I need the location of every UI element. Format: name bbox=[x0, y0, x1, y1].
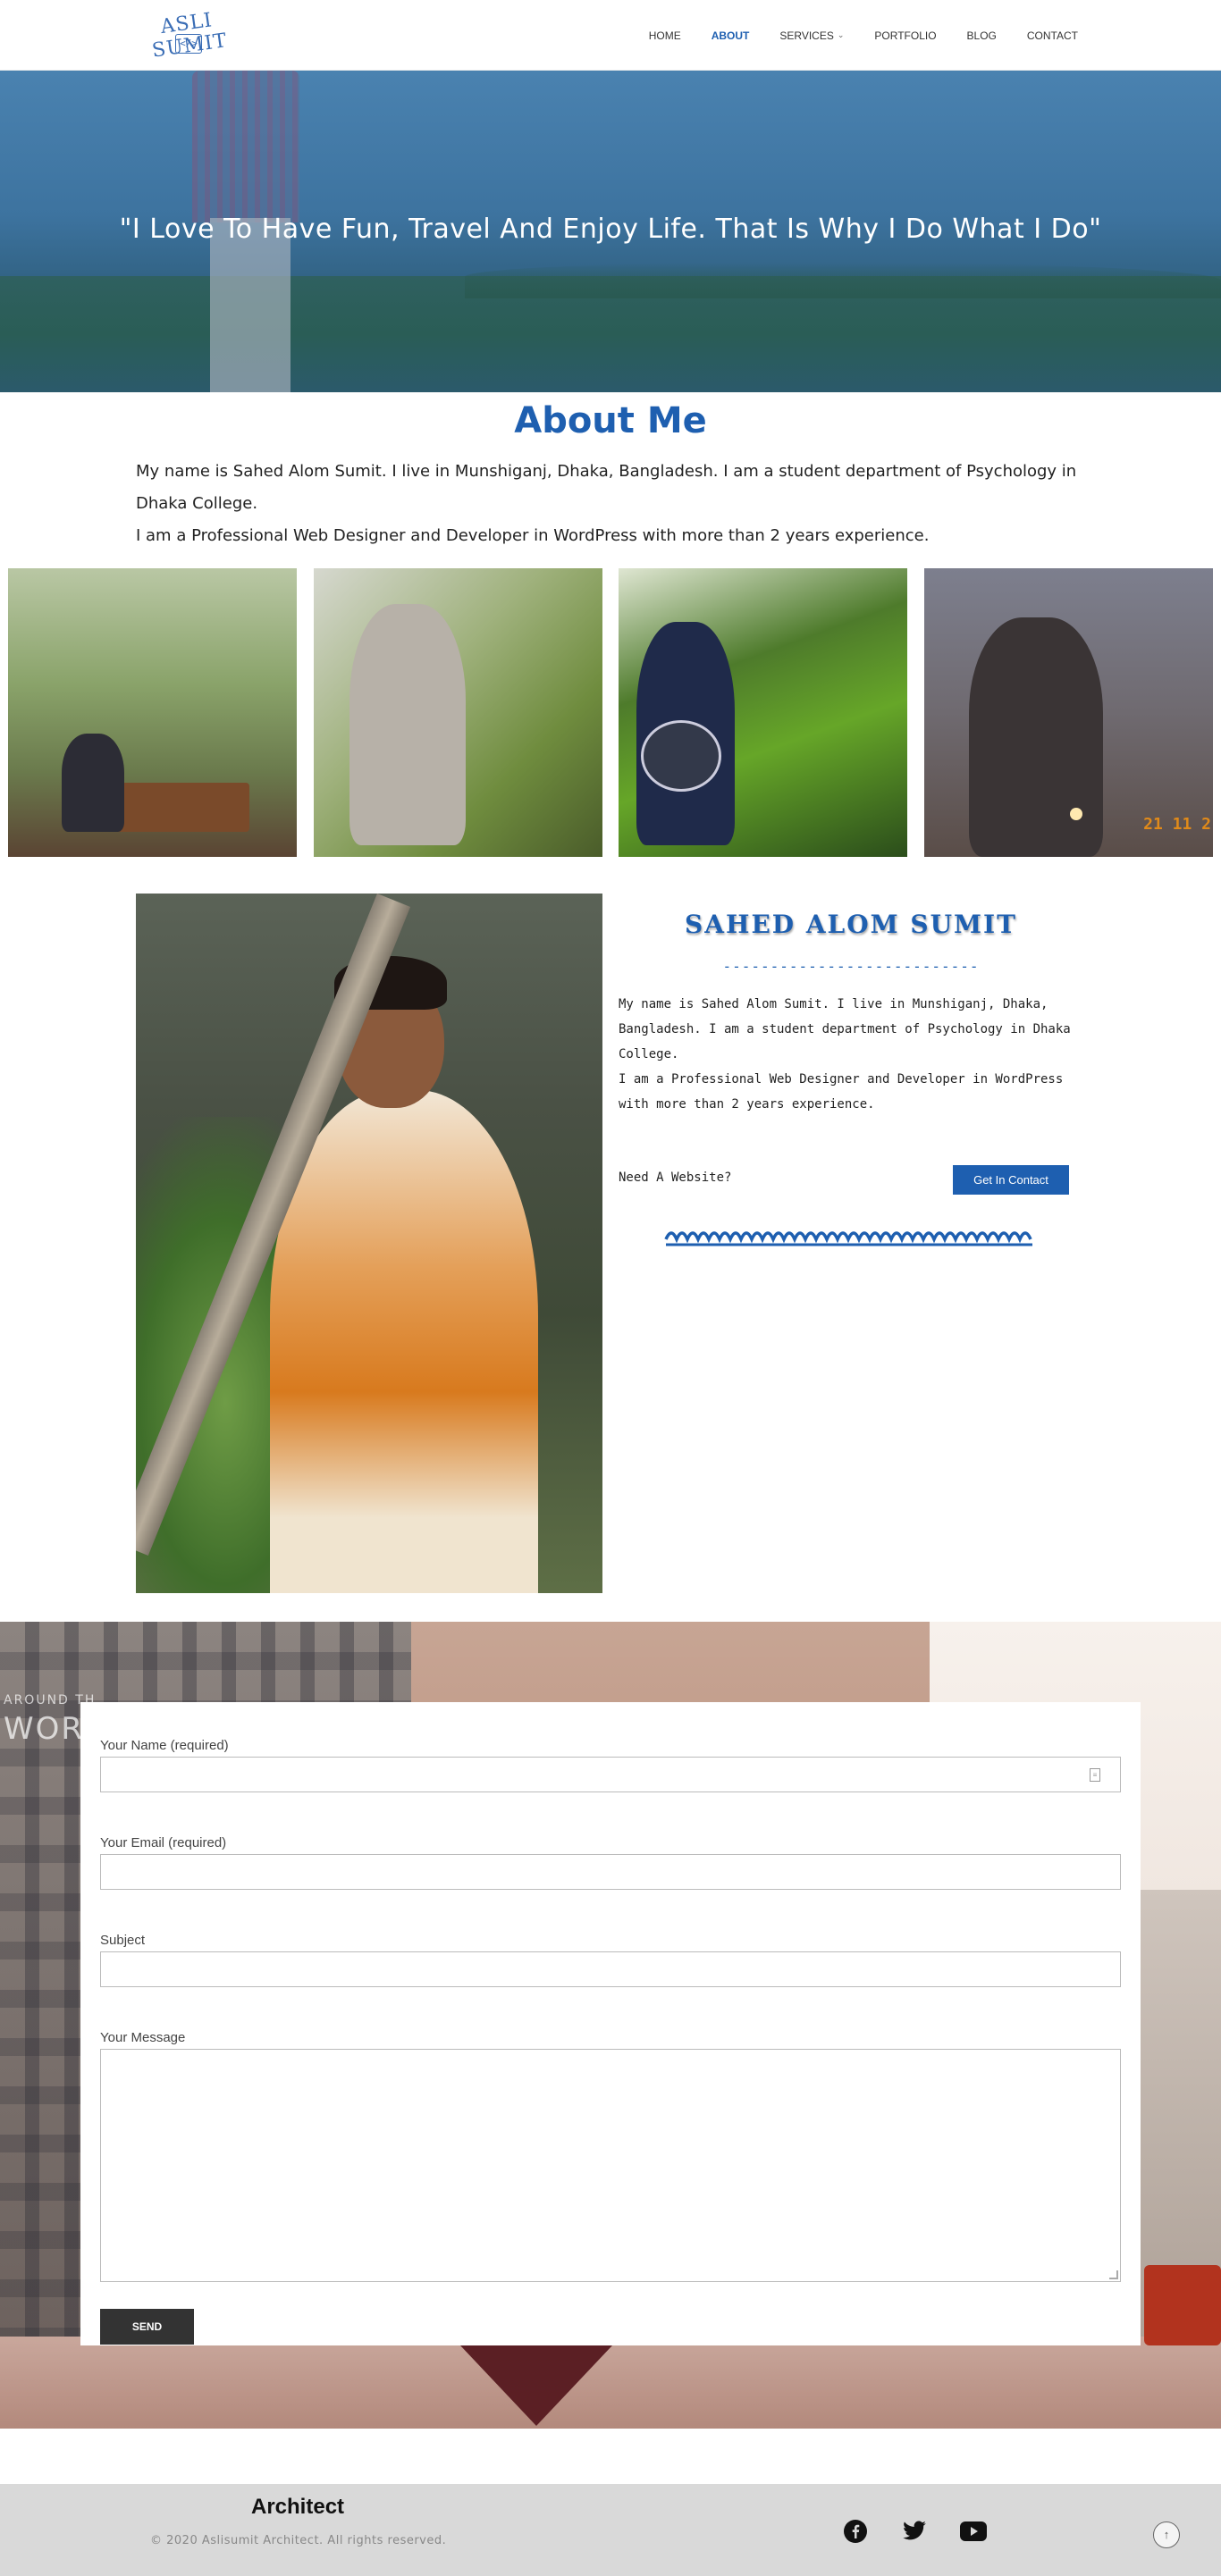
site-header: ASLI SUMIT </> HOME ABOUT SERVICES ⌄ PORT… bbox=[0, 0, 1221, 71]
gallery-photo-tree[interactable] bbox=[314, 568, 602, 857]
send-button[interactable]: SEND bbox=[100, 2309, 194, 2345]
photo-gallery: 21 11 2 bbox=[0, 568, 1221, 857]
site-logo[interactable]: ASLI SUMIT </> bbox=[132, 7, 244, 62]
person-body bbox=[270, 1090, 538, 1593]
subject-field[interactable] bbox=[100, 1951, 1121, 1987]
footer-copyright: © 2020 Aslisumit Architect. All rights r… bbox=[150, 2534, 447, 2547]
message-textarea[interactable] bbox=[100, 2049, 1121, 2282]
person-figure bbox=[62, 734, 124, 832]
profile-line-2: I am a Professional Web Designer and Dev… bbox=[619, 1072, 1064, 1112]
guitar-shape bbox=[641, 720, 721, 792]
about-line-2: I am a Professional Web Designer and Dev… bbox=[136, 526, 930, 545]
about-line-1: My name is Sahed Alom Sumit. I live in M… bbox=[136, 462, 1077, 513]
code-monitor-icon: </> bbox=[175, 34, 202, 54]
nav-item-portfolio[interactable]: PORTFOLIO bbox=[859, 29, 951, 42]
photo-date-stamp: 21 11 2 bbox=[1143, 815, 1211, 834]
site-footer: Architect © 2020 Aslisumit Architect. Al… bbox=[0, 2484, 1221, 2576]
gallery-photo-guitar[interactable] bbox=[619, 568, 907, 857]
nav-label: CONTACT bbox=[1026, 29, 1078, 42]
name-label: Your Name (required) bbox=[100, 1738, 229, 1753]
message-label: Your Message bbox=[100, 2030, 186, 2045]
sculpture-shape bbox=[460, 2345, 612, 2426]
hero-person-shirt bbox=[192, 71, 299, 222]
red-bus bbox=[1144, 2265, 1221, 2345]
nav-label: BLOG bbox=[966, 29, 997, 42]
name-field[interactable]: ≡ bbox=[100, 1757, 1121, 1792]
email-field[interactable] bbox=[100, 1854, 1121, 1890]
social-links bbox=[840, 2516, 989, 2547]
sun-shape bbox=[1070, 808, 1082, 820]
subject-label: Subject bbox=[100, 1933, 146, 1948]
profile-name: SAHED ALOM SUMIT bbox=[685, 910, 1017, 939]
name-divider: --------------------------- bbox=[722, 958, 980, 975]
facebook-icon[interactable] bbox=[840, 2516, 871, 2547]
nav-label: PORTFOLIO bbox=[874, 29, 937, 42]
youtube-icon[interactable] bbox=[958, 2516, 989, 2547]
autofill-key-icon[interactable]: ≡ bbox=[1090, 1768, 1100, 1782]
profile-bio: My name is Sahed Alom Sumit. I live in M… bbox=[619, 992, 1083, 1117]
nav-item-contact[interactable]: CONTACT bbox=[1012, 29, 1093, 42]
nav-item-blog[interactable]: BLOG bbox=[952, 29, 1012, 42]
scroll-to-top-button[interactable]: ↑ bbox=[1153, 2521, 1180, 2548]
gallery-photo-bench[interactable] bbox=[8, 568, 297, 857]
person-figure bbox=[349, 604, 466, 845]
chevron-down-icon: ⌄ bbox=[837, 30, 845, 39]
nav-item-services[interactable]: SERVICES ⌄ bbox=[764, 29, 859, 42]
person-figure bbox=[969, 617, 1103, 857]
profile-photo bbox=[136, 894, 602, 1593]
nav-label: SERVICES bbox=[779, 29, 834, 42]
nav-item-about[interactable]: ABOUT bbox=[696, 29, 765, 42]
resize-grip-icon[interactable] bbox=[1109, 2270, 1118, 2279]
hero-banner: "I Love To Have Fun, Travel And Enjoy Li… bbox=[0, 71, 1221, 392]
about-text: My name is Sahed Alom Sumit. I live in M… bbox=[136, 456, 1092, 552]
hero-treeline bbox=[465, 263, 1221, 298]
main-nav: HOME ABOUT SERVICES ⌄ PORTFOLIO BLOG CONT… bbox=[634, 0, 1093, 71]
gallery-photo-silhouette[interactable]: 21 11 2 bbox=[924, 568, 1213, 857]
footer-title: Architect bbox=[251, 2495, 345, 2519]
contact-form: Your Name (required) ≡ Your Email (requi… bbox=[80, 1702, 1141, 2345]
nav-label: HOME bbox=[648, 29, 681, 42]
email-label: Your Email (required) bbox=[100, 1835, 227, 1850]
get-in-contact-button[interactable]: Get In Contact bbox=[953, 1165, 1069, 1195]
wave-divider-icon bbox=[664, 1231, 1032, 1246]
profile-line-1: My name is Sahed Alom Sumit. I live in M… bbox=[619, 997, 1071, 1061]
nav-item-home[interactable]: HOME bbox=[634, 29, 696, 42]
need-website-label: Need A Website? bbox=[619, 1171, 732, 1185]
hero-quote: "I Love To Have Fun, Travel And Enjoy Li… bbox=[119, 214, 1102, 245]
twitter-icon[interactable] bbox=[899, 2516, 930, 2547]
nav-label: ABOUT bbox=[711, 29, 750, 42]
about-title: About Me bbox=[514, 400, 707, 441]
